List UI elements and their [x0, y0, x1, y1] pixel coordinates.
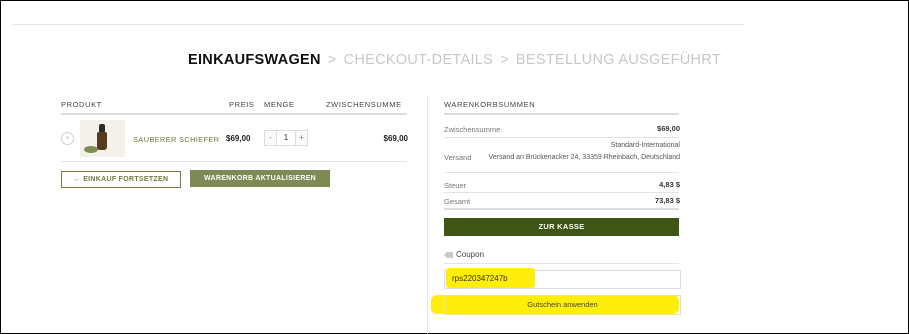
coupon-label: Coupon — [456, 250, 485, 259]
quantity-stepper[interactable]: - 1 + — [264, 130, 308, 146]
bottle-shape — [97, 132, 107, 150]
step-checkout-details[interactable]: CHECKOUT-DETAILS — [344, 52, 494, 68]
header-subtotal: ZWISCHENSUMME — [326, 100, 402, 109]
apply-coupon-button[interactable]: Gutschein anwenden — [444, 295, 681, 315]
row-divider — [61, 161, 407, 162]
header-quantity: MENGE — [264, 100, 295, 109]
totals-header-divider — [444, 113, 679, 115]
remove-icon[interactable]: × — [61, 132, 74, 145]
total-value: 73,83 $ — [654, 196, 680, 205]
checkout-button[interactable]: ZUR KASSE — [444, 218, 679, 236]
leaf-decoration — [84, 146, 98, 153]
subtotal-divider — [444, 137, 679, 138]
header-divider — [61, 113, 407, 115]
step-separator: > — [500, 52, 509, 68]
tax-value: 4,83 $ — [659, 180, 680, 189]
quantity-input[interactable]: 1 — [277, 130, 295, 146]
coupon-code-value: rps220347247b — [452, 274, 508, 283]
checkout-steps: EINKAUFSWAGEN > CHECKOUT-DETAILS > BESTELLUN… — [0, 52, 909, 68]
shipping-method: Standard-International — [610, 142, 680, 149]
product-thumbnail[interactable] — [80, 120, 125, 157]
subtotal-value: $69,00 — [657, 124, 680, 133]
quantity-increase-button[interactable]: + — [295, 130, 308, 146]
header-product: PRODUKT — [61, 100, 102, 109]
step-order-complete: BESTELLUNG AUSGEFÜHRT — [515, 52, 721, 68]
step-cart: EINKAUFSWAGEN — [188, 52, 321, 68]
continue-shopping-button[interactable]: ← EINKAUF FORTSETZEN — [61, 171, 181, 188]
coupon-divider — [444, 263, 679, 264]
tag-icon — [444, 251, 453, 258]
column-divider — [427, 97, 428, 334]
tax-divider — [444, 192, 679, 193]
step-separator: > — [327, 52, 337, 68]
quantity-decrease-button[interactable]: - — [264, 130, 277, 146]
tax-label: Steuer — [444, 181, 467, 190]
header-price: PREIS — [229, 100, 255, 109]
shipping-address: Versand an Brückenacker 24, 33359 Rheinb… — [488, 154, 680, 161]
top-divider — [12, 24, 744, 25]
subtotal-label: Zwischensumme — [444, 125, 501, 134]
product-name-link[interactable]: SAUBERER SCHIEFER — [133, 135, 219, 144]
shipping-label: Versand — [444, 153, 472, 162]
total-divider — [444, 208, 679, 210]
total-label: Gesamt — [444, 197, 471, 206]
product-subtotal: $69,00 — [383, 134, 408, 143]
product-price: $69,00 — [226, 134, 251, 143]
cart-totals-title: WARENKORBSUMMEN — [444, 100, 536, 109]
update-cart-button[interactable]: WARENKORB AKTUALISIEREN — [190, 170, 330, 187]
shipping-divider — [444, 172, 679, 173]
coupon-heading: Coupon — [444, 250, 484, 259]
